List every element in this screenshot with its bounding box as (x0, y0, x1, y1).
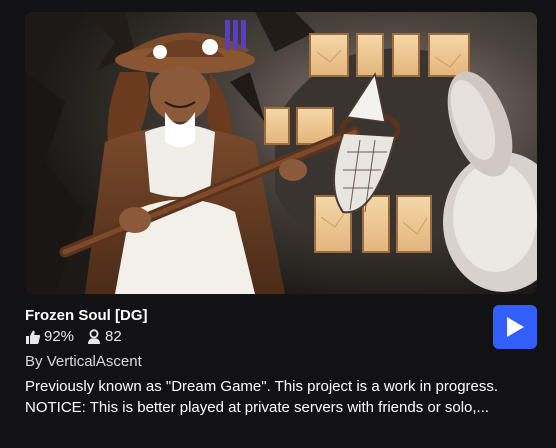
person-icon (88, 329, 101, 344)
play-button[interactable] (493, 305, 537, 349)
game-info: Frozen Soul [DG] 92% 82 (25, 306, 485, 347)
like-ratio-stat: 92% (25, 327, 74, 347)
play-icon (507, 317, 524, 337)
thumbs-up-icon (26, 330, 41, 344)
player-count: 82 (105, 328, 122, 345)
game-stats: 92% 82 (25, 327, 485, 347)
game-card: Frozen Soul [DG] 92% 82 By VerticalAscen… (0, 0, 556, 448)
game-description: Previously known as "Dream Game". This p… (25, 376, 537, 418)
player-count-stat: 82 (86, 327, 122, 347)
creator-link[interactable]: VerticalAscent (47, 353, 142, 370)
description-line-1: Previously known as "Dream Game". This p… (25, 378, 499, 395)
like-ratio: 92% (44, 328, 75, 345)
description-line-2: NOTICE: This is better played at private… (25, 399, 490, 416)
game-title[interactable]: Frozen Soul [DG] (25, 306, 485, 326)
thumbnail-artwork (25, 12, 537, 294)
game-thumbnail[interactable] (25, 12, 537, 294)
creator-line: By VerticalAscent (25, 352, 142, 372)
creator-prefix: By (25, 353, 47, 370)
